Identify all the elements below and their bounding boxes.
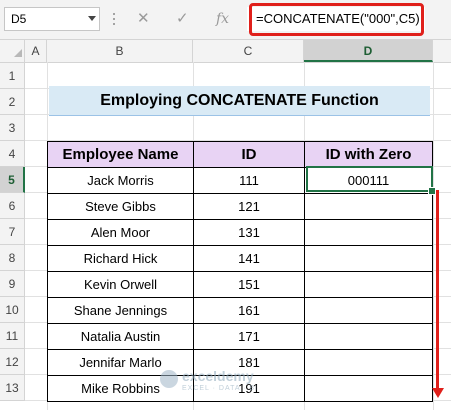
gridline <box>433 62 434 410</box>
select-all-corner[interactable] <box>0 40 25 62</box>
cell-id-with-zero[interactable] <box>304 375 433 402</box>
cell-name[interactable]: Shane Jennings <box>47 297 194 324</box>
cell-id[interactable]: 131 <box>193 219 305 246</box>
cancel-icon[interactable]: ✕ <box>137 7 150 31</box>
cell-name[interactable]: Kevin Orwell <box>47 271 194 298</box>
header-id[interactable]: ID <box>193 141 305 168</box>
cell-id[interactable]: 151 <box>193 271 305 298</box>
column-header-a[interactable]: A <box>25 40 47 62</box>
name-box[interactable]: D5 <box>4 7 100 31</box>
row-header-1[interactable]: 1 <box>0 63 25 89</box>
row-header-8[interactable]: 8 <box>0 245 25 271</box>
column-header-row: A B C D <box>0 40 451 63</box>
cell-id[interactable]: 161 <box>193 297 305 324</box>
row-header-5[interactable]: 5 <box>0 167 25 193</box>
row-header-3[interactable]: 3 <box>0 115 25 141</box>
column-header-d[interactable]: D <box>304 40 433 62</box>
drag-arrow-line <box>436 190 439 395</box>
column-header-b[interactable]: B <box>47 40 193 62</box>
cell-name[interactable]: Natalia Austin <box>47 323 194 350</box>
cell-id[interactable]: 111 <box>193 167 305 194</box>
row-header-13[interactable]: 13 <box>0 375 25 401</box>
cell-id-with-zero[interactable] <box>304 297 433 324</box>
row-header-12[interactable]: 12 <box>0 349 25 375</box>
formula-bar-row: D5 ✕ ✓ fx =CONCATENATE("000",C5) <box>0 0 451 40</box>
cell-id-with-zero[interactable] <box>304 219 433 246</box>
row-header-2[interactable]: 2 <box>0 89 25 115</box>
cell-id-with-zero[interactable] <box>304 323 433 350</box>
cell-id-with-zero[interactable] <box>304 349 433 376</box>
cell-name[interactable]: Jack Morris <box>47 167 194 194</box>
row-header-10[interactable]: 10 <box>0 297 25 323</box>
brand-logo-icon <box>160 370 178 388</box>
row-header-11[interactable]: 11 <box>0 323 25 349</box>
cell-name[interactable]: Richard Hick <box>47 245 194 272</box>
header-id-with-zero[interactable]: ID with Zero <box>304 141 433 168</box>
fill-handle[interactable] <box>428 187 436 195</box>
active-cell-selection[interactable] <box>306 166 433 192</box>
cell-id-with-zero[interactable] <box>304 271 433 298</box>
cell-id-with-zero[interactable] <box>304 193 433 220</box>
column-header-c[interactable]: C <box>193 40 304 62</box>
cell-id[interactable]: 121 <box>193 193 305 220</box>
formula-highlight-box <box>249 3 424 36</box>
row-header-4[interactable]: 4 <box>0 141 25 167</box>
cell-name[interactable]: Steve Gibbs <box>47 193 194 220</box>
chevron-down-icon[interactable] <box>88 16 96 21</box>
drag-handle-icon[interactable] <box>112 10 116 28</box>
watermark-brand: exceldemy <box>182 368 254 384</box>
cell-name[interactable]: Alen Moor <box>47 219 194 246</box>
cell-id-with-zero[interactable] <box>304 245 433 272</box>
sheet-title[interactable]: Employing CONCATENATE Function <box>49 86 430 116</box>
row-header-6[interactable]: 6 <box>0 193 25 219</box>
watermark-tagline: EXCEL · DATA · BI <box>182 385 258 392</box>
cell-id[interactable]: 171 <box>193 323 305 350</box>
fx-icon[interactable]: fx <box>216 7 229 31</box>
enter-icon[interactable]: ✓ <box>176 7 189 31</box>
formula-tools: ✕ ✓ fx <box>128 7 245 31</box>
row-header-7[interactable]: 7 <box>0 219 25 245</box>
watermark: exceldemy EXCEL · DATA · BI <box>160 366 300 396</box>
arrow-down-icon <box>432 388 444 398</box>
header-employee-name[interactable]: Employee Name <box>47 141 194 168</box>
row-header-9[interactable]: 9 <box>0 271 25 297</box>
cell-id[interactable]: 141 <box>193 245 305 272</box>
